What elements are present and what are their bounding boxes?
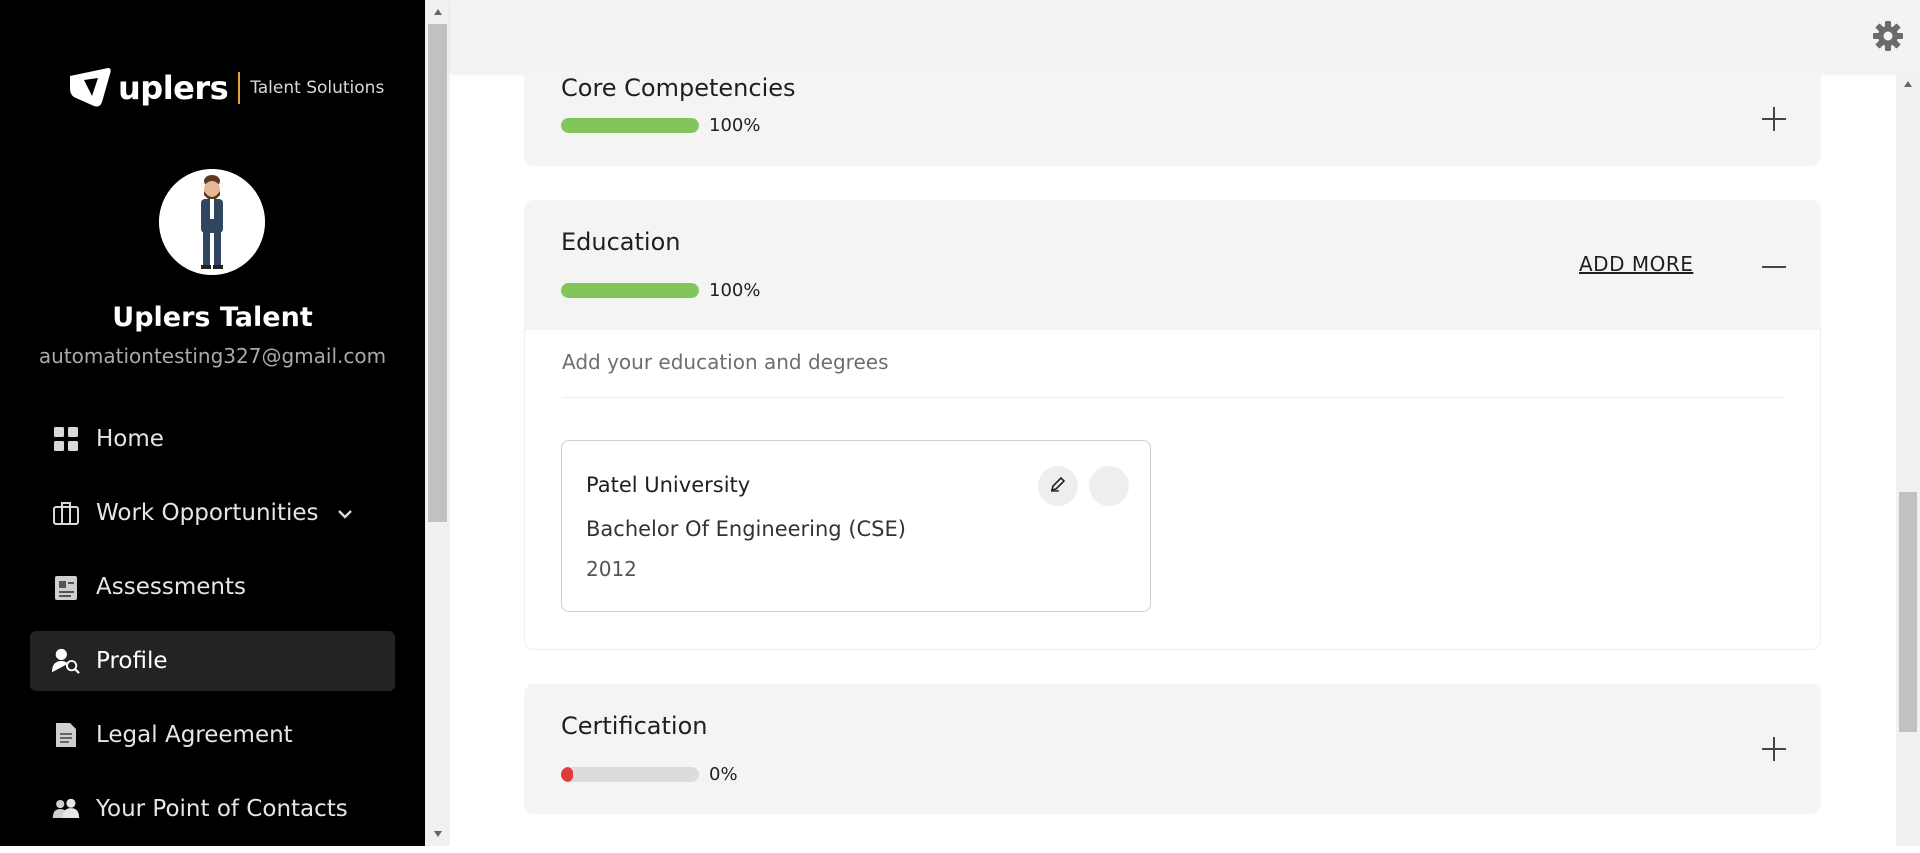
brand-tagline: Talent Solutions (250, 78, 385, 98)
sidebar-scrollbar[interactable] (425, 0, 450, 846)
collapse-minus-icon[interactable] (1759, 252, 1789, 282)
section-title: Education (561, 228, 681, 256)
avatar[interactable] (159, 169, 265, 275)
pencil-icon (1049, 475, 1067, 497)
user-email: automationtesting327@gmail.com (38, 344, 387, 368)
education-entry-card: Patel University Bachelor Of Engineering… (561, 440, 1151, 612)
document-icon (52, 721, 80, 749)
section-title: Certification (561, 712, 708, 740)
education-year: 2012 (586, 557, 637, 581)
contacts-icon (52, 795, 80, 823)
top-bar (450, 0, 1920, 72)
brand-name: uplers (118, 69, 229, 107)
scrollbar-thumb[interactable] (428, 24, 447, 522)
edit-button[interactable] (1038, 466, 1078, 506)
education-panel: Add your education and degrees Patel Uni… (524, 330, 1821, 650)
scroll-down-arrow-icon[interactable] (425, 824, 450, 844)
sidebar-item-profile[interactable]: Profile (30, 631, 395, 691)
sidebar-item-point-of-contacts[interactable]: Your Point of Contacts (30, 779, 395, 839)
logo-divider (238, 72, 241, 104)
sidebar-item-label: Assessments (96, 574, 246, 600)
clipboard-icon (52, 573, 80, 601)
delete-button[interactable] (1089, 466, 1129, 506)
avatar-illustration (159, 169, 265, 275)
sidebar-item-label: Home (96, 426, 164, 452)
progress-text: 100% (709, 115, 761, 136)
certification-card[interactable]: Certification 0% (524, 684, 1821, 814)
grid-icon (52, 425, 80, 453)
gear-icon[interactable] (1872, 20, 1904, 52)
uplers-logo-icon (70, 68, 111, 107)
progress-bar (561, 118, 699, 133)
sidebar-item-label: Legal Agreement (96, 722, 293, 748)
user-name: Uplers Talent (112, 302, 313, 333)
profile-search-icon (52, 647, 80, 675)
progress-indicator: 100% (561, 115, 760, 136)
progress-bar (561, 767, 699, 782)
content-scrollbar[interactable] (1896, 72, 1920, 846)
scroll-up-arrow-icon[interactable] (425, 2, 450, 22)
progress-text: 0% (709, 764, 738, 785)
sidebar-nav: Home Work Opportunities Assessments Prof… (30, 409, 395, 853)
scrollbar-thumb[interactable] (1899, 492, 1917, 732)
education-degree: Bachelor Of Engineering (CSE) (586, 517, 906, 541)
chevron-down-icon[interactable] (337, 504, 353, 523)
progress-indicator: 0% (561, 764, 738, 785)
progress-text: 100% (709, 280, 761, 301)
sidebar: uplers Talent Solutions Uplers Talent au… (0, 0, 425, 846)
section-description: Add your education and degrees (562, 350, 889, 374)
brand-logo[interactable]: uplers Talent Solutions (68, 66, 384, 110)
progress-fill (561, 767, 573, 782)
sidebar-item-home[interactable]: Home (30, 409, 395, 469)
divider (562, 397, 1783, 398)
progress-bar (561, 283, 699, 298)
sidebar-item-label: Work Opportunities (96, 500, 319, 526)
expand-plus-icon[interactable] (1759, 104, 1789, 134)
sidebar-item-label: Your Point of Contacts (96, 796, 348, 822)
sidebar-item-work-opportunities[interactable]: Work Opportunities (30, 483, 395, 543)
education-card[interactable]: Education 100% ADD MORE (524, 200, 1821, 330)
sidebar-item-legal-agreement[interactable]: Legal Agreement (30, 705, 395, 765)
main-content: Core Competencies 100% Education 100% AD… (450, 72, 1896, 846)
sidebar-item-label: Profile (96, 648, 168, 674)
core-competencies-card[interactable]: Core Competencies 100% (524, 72, 1821, 166)
briefcase-icon (52, 499, 80, 527)
sidebar-item-assessments[interactable]: Assessments (30, 557, 395, 617)
progress-indicator: 100% (561, 280, 760, 301)
section-title: Core Competencies (561, 74, 796, 102)
scroll-up-arrow-icon[interactable] (1896, 74, 1920, 94)
expand-plus-icon[interactable] (1759, 734, 1789, 764)
education-school: Patel University (586, 473, 751, 497)
progress-fill (561, 118, 699, 133)
add-more-link[interactable]: ADD MORE (1579, 252, 1693, 276)
progress-fill (561, 283, 699, 298)
